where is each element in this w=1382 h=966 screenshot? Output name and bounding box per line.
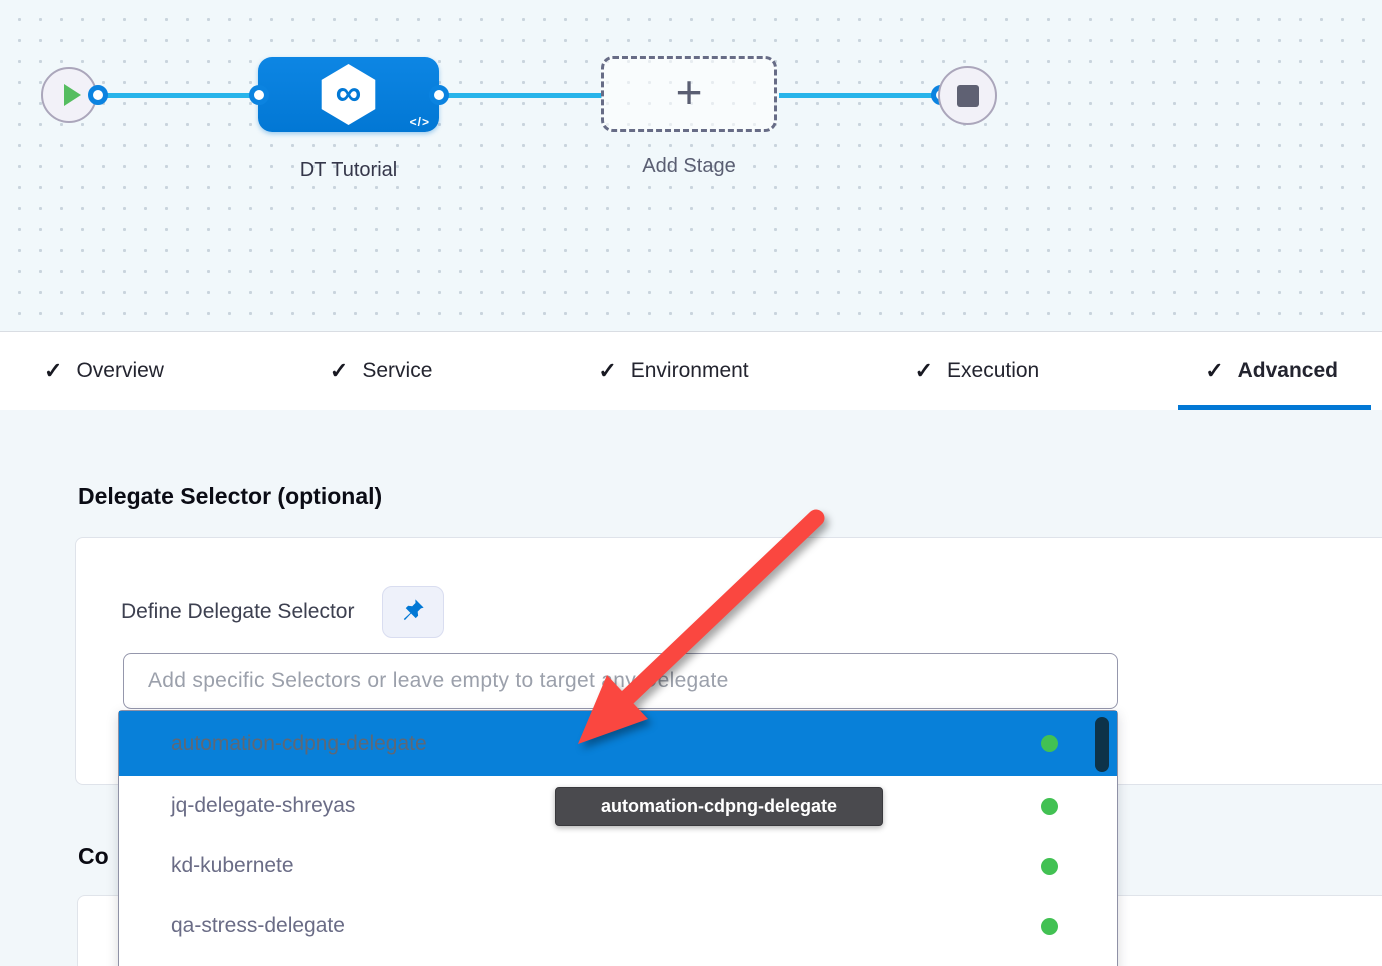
connector-port[interactable] <box>429 85 449 105</box>
tab-label: Overview <box>76 359 164 383</box>
next-section-heading-partial: Co <box>78 843 109 870</box>
tab-label: Environment <box>631 359 749 383</box>
delegate-status-dot <box>1041 858 1058 875</box>
define-delegate-row: Define Delegate Selector <box>121 586 444 638</box>
advanced-tab-content: Delegate Selector (optional) Define Dele… <box>0 410 1382 966</box>
tab-label: Execution <box>947 359 1039 383</box>
pin-button[interactable] <box>382 586 444 638</box>
define-delegate-label: Define Delegate Selector <box>121 600 354 624</box>
dropdown-item-label: jq-delegate-shreyas <box>171 794 355 818</box>
stage-node-label: DT Tutorial <box>258 159 439 182</box>
check-icon: ✓ <box>915 358 933 384</box>
tab-advanced[interactable]: ✓ Advanced <box>1205 332 1338 410</box>
dropdown-item-label: automation-cdpng-delegate <box>171 732 427 756</box>
plus-icon: + <box>676 69 703 115</box>
tab-execution[interactable]: ✓ Execution <box>915 332 1040 410</box>
edge-addstage-to-end <box>779 93 940 98</box>
connector-port[interactable] <box>249 85 269 105</box>
scrollbar-thumb[interactable] <box>1095 717 1109 772</box>
connector-port[interactable] <box>88 85 108 105</box>
edge-stage-to-addstage <box>440 93 602 98</box>
edge-start-to-stage <box>98 93 261 98</box>
tab-overview[interactable]: ✓ Overview <box>44 332 164 410</box>
add-stage-button[interactable]: + <box>601 56 777 132</box>
pipeline-studio-screen: ∞ </> + DT Tutorial Add Stage ✓ Overview… <box>0 0 1382 966</box>
dropdown-item-automation-cdpng-delegate[interactable]: automation-cdpng-delegate <box>119 711 1117 776</box>
check-icon: ✓ <box>44 358 62 384</box>
tab-service[interactable]: ✓ Service <box>330 332 432 410</box>
stage-node-dt-tutorial[interactable]: ∞ </> <box>258 57 439 132</box>
infinity-icon: ∞ <box>336 75 362 111</box>
dropdown-item-qa-stress-delegate[interactable]: qa-stress-delegate <box>119 896 1117 956</box>
dropdown-item-label: kd-kubernete <box>171 854 294 878</box>
stop-icon <box>957 85 979 107</box>
pushpin-icon <box>400 597 426 628</box>
delegate-selector-input[interactable] <box>123 653 1118 709</box>
check-icon: ✓ <box>330 358 348 384</box>
add-stage-label: Add Stage <box>601 155 777 178</box>
pipeline-end-node <box>938 66 997 125</box>
tab-environment[interactable]: ✓ Environment <box>598 332 748 410</box>
dropdown-item-kd-kubernete[interactable]: kd-kubernete <box>119 836 1117 896</box>
delegate-selector-heading: Delegate Selector (optional) <box>78 483 382 510</box>
delegate-tooltip: automation-cdpng-delegate <box>555 787 883 826</box>
code-icon: </> <box>410 115 430 129</box>
stage-tab-bar: ✓ Overview ✓ Service ✓ Environment ✓ Exe… <box>0 331 1382 410</box>
delegate-status-dot <box>1041 798 1058 815</box>
check-icon: ✓ <box>598 358 616 384</box>
tab-label: Advanced <box>1238 359 1338 383</box>
delegate-dropdown: automation-cdpng-delegate jq-delegate-sh… <box>118 710 1118 966</box>
delegate-status-dot <box>1041 918 1058 935</box>
pipeline-canvas: ∞ </> + DT Tutorial Add Stage <box>0 0 1382 331</box>
dropdown-item-label: qa-stress-delegate <box>171 914 345 938</box>
harness-cd-hexagon-icon: ∞ <box>320 64 377 125</box>
play-icon <box>64 84 81 106</box>
check-icon: ✓ <box>1205 358 1223 384</box>
tab-label: Service <box>362 359 432 383</box>
delegate-status-dot <box>1041 735 1058 752</box>
